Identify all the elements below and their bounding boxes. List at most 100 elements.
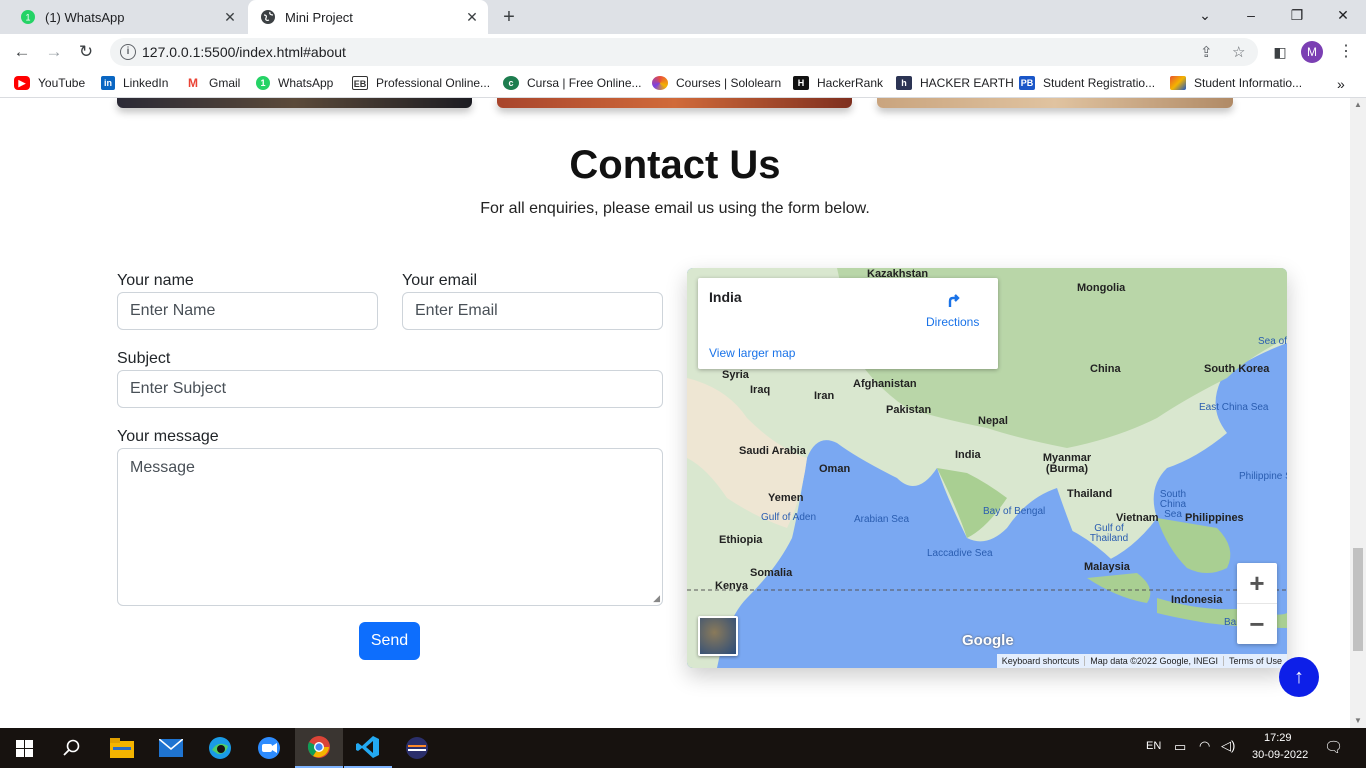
- bookmark-cursa[interactable]: c Cursa | Free Online...: [503, 76, 642, 90]
- reload-icon[interactable]: ↻: [74, 40, 98, 64]
- menu-icon[interactable]: ⋮: [1334, 40, 1358, 64]
- bookmark-sololearn[interactable]: Courses | Sololearn: [652, 76, 781, 90]
- close-tab-icon[interactable]: ✕: [222, 9, 238, 25]
- language-indicator[interactable]: EN: [1146, 740, 1161, 752]
- browser-tab-strip: 1 (1) WhatsApp ✕ Mini Project ✕ + ⌄ – ❐ …: [0, 0, 1366, 34]
- back-icon[interactable]: ←: [10, 40, 34, 64]
- view-larger-map-link[interactable]: View larger map: [709, 346, 795, 360]
- bookmark-student-information[interactable]: Student Informatio...: [1170, 76, 1302, 90]
- tab-whatsapp[interactable]: 1 (1) WhatsApp ✕: [8, 0, 246, 34]
- map-place-name: India: [709, 289, 742, 305]
- gallery-image: [117, 98, 472, 108]
- clock-time[interactable]: 17:29: [1264, 732, 1292, 744]
- forward-icon[interactable]: →: [42, 40, 66, 64]
- tab-label: Mini Project: [285, 9, 353, 25]
- address-bar[interactable]: i 127.0.0.1:5500/index.html#about ⇪ ☆: [110, 38, 1258, 66]
- terms-of-use-link[interactable]: Terms of Use: [1222, 656, 1287, 666]
- gallery-image: [877, 98, 1233, 108]
- zoom-in-icon[interactable]: +: [1237, 563, 1277, 603]
- youtube-icon: ▶: [14, 76, 30, 90]
- notification-icon[interactable]: 🗨: [1324, 738, 1343, 756]
- bookmark-student-registration[interactable]: PB Student Registratio...: [1019, 76, 1155, 90]
- keyboard-shortcuts-link[interactable]: Keyboard shortcuts: [997, 656, 1085, 666]
- subject-field[interactable]: Enter Subject: [117, 370, 663, 408]
- zoom-out-icon[interactable]: −: [1237, 603, 1277, 643]
- bookmark-hacker-earth[interactable]: h HACKER EARTH: [896, 76, 1014, 90]
- bookmark-gmail[interactable]: M Gmail: [185, 76, 240, 90]
- message-label: Your message: [117, 428, 219, 445]
- mail-icon[interactable]: [147, 728, 195, 768]
- eb-icon: EB: [352, 76, 368, 90]
- linkedin-icon: in: [101, 76, 115, 90]
- file-explorer-icon[interactable]: [98, 728, 146, 768]
- student-info-icon: [1170, 76, 1186, 90]
- gmail-icon: M: [185, 76, 201, 90]
- close-window-icon[interactable]: ✕: [1320, 0, 1366, 30]
- map-info-card: India Directions View larger map: [698, 278, 998, 369]
- windows-start-icon[interactable]: [0, 728, 48, 768]
- hackerearth-icon: h: [896, 76, 912, 90]
- name-label: Your name: [117, 272, 194, 289]
- subject-label: Subject: [117, 350, 171, 367]
- minimize-icon[interactable]: –: [1228, 0, 1274, 30]
- volume-icon[interactable]: ◁): [1221, 738, 1235, 754]
- globe-icon: [260, 9, 276, 25]
- name-field[interactable]: Enter Name: [117, 292, 378, 330]
- scroll-up-icon[interactable]: ▲: [1354, 100, 1362, 109]
- bookmark-youtube[interactable]: ▶ YouTube: [14, 76, 85, 90]
- whatsapp-icon: 1: [20, 9, 36, 25]
- more-bookmarks-icon[interactable]: »: [1337, 76, 1345, 92]
- resize-handle-icon[interactable]: ◢: [653, 594, 660, 603]
- url-text[interactable]: 127.0.0.1:5500/index.html#about: [142, 44, 346, 60]
- close-tab-icon[interactable]: ✕: [464, 9, 480, 25]
- tab-search-icon[interactable]: ⌄: [1182, 0, 1228, 30]
- cursa-icon: c: [503, 76, 519, 90]
- tab-label: (1) WhatsApp: [45, 9, 125, 25]
- message-field[interactable]: Message ◢: [117, 448, 663, 606]
- satellite-layer-toggle[interactable]: [698, 616, 738, 656]
- page-content: Contact Us For all enquiries, please ema…: [0, 98, 1350, 728]
- vscode-icon[interactable]: [344, 728, 392, 768]
- share-icon[interactable]: ⇪: [1200, 43, 1213, 61]
- bookmark-linkedin[interactable]: in LinkedIn: [101, 76, 168, 90]
- wifi-icon[interactable]: ◠: [1199, 738, 1210, 754]
- site-info-icon[interactable]: i: [120, 44, 136, 60]
- page-scrollbar[interactable]: ▲ ▼: [1350, 98, 1366, 728]
- clock-date[interactable]: 30-09-2022: [1252, 749, 1308, 761]
- directions-icon[interactable]: [944, 291, 964, 311]
- send-button[interactable]: Send: [359, 622, 420, 660]
- browser-toolbar: ← → ↻ i 127.0.0.1:5500/index.html#about …: [0, 34, 1366, 70]
- scroll-to-top-button[interactable]: ↑: [1279, 657, 1319, 697]
- directions-link[interactable]: Directions: [926, 315, 979, 329]
- scrollbar-thumb[interactable]: [1353, 548, 1363, 651]
- page-subtitle: For all enquiries, please email us using…: [480, 200, 870, 217]
- bookmarks-bar: ▶ YouTube in LinkedIn M Gmail 1 WhatsApp EB P…: [0, 70, 1366, 98]
- scroll-down-icon[interactable]: ▼: [1354, 716, 1362, 725]
- zoom-controls: + −: [1237, 563, 1277, 644]
- windows-taskbar: EN ▭ ◠ ◁) 17:29 30-09-2022 🗨: [0, 728, 1366, 768]
- new-tab-icon[interactable]: +: [498, 6, 520, 28]
- chrome-icon[interactable]: [295, 728, 343, 768]
- restore-icon[interactable]: ❐: [1274, 0, 1320, 30]
- email-field[interactable]: Enter Email: [402, 292, 663, 330]
- google-logo: Google: [962, 632, 1014, 649]
- hackerrank-icon: H: [793, 76, 809, 90]
- bookmark-professional-online[interactable]: EB Professional Online...: [352, 76, 490, 90]
- email-label: Your email: [402, 272, 478, 289]
- tab-mini-project[interactable]: Mini Project ✕: [248, 0, 488, 34]
- side-panel-icon[interactable]: ◧: [1268, 40, 1292, 64]
- map-attribution: Keyboard shortcuts Map data ©2022 Google…: [996, 654, 1287, 668]
- map-data-credit: Map data ©2022 Google, INEGI: [1084, 656, 1223, 666]
- edge-icon[interactable]: [196, 728, 244, 768]
- bookmark-star-icon[interactable]: ☆: [1232, 43, 1245, 61]
- battery-icon[interactable]: ▭: [1174, 739, 1186, 755]
- zoom-app-icon[interactable]: [245, 728, 293, 768]
- map-embed[interactable]: Kazakhstan Mongolia Syria Iraq Afghanist…: [687, 268, 1287, 668]
- search-icon[interactable]: [48, 728, 96, 768]
- avatar[interactable]: M: [1301, 41, 1323, 63]
- page-title: Contact Us: [569, 143, 781, 187]
- whatsapp-icon: 1: [256, 76, 270, 90]
- bookmark-hackerrank[interactable]: H HackerRank: [793, 76, 883, 90]
- bookmark-whatsapp[interactable]: 1 WhatsApp: [256, 76, 333, 90]
- app-icon[interactable]: [393, 728, 441, 768]
